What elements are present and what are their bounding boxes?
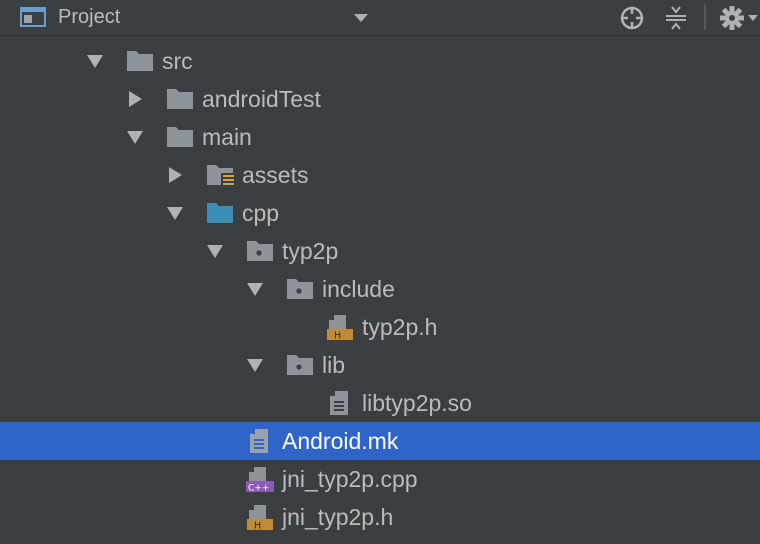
header-file-icon: H	[327, 315, 353, 341]
tree-node-android-mk[interactable]: Android.mk	[0, 422, 760, 460]
tree-node-jni-typ2p-cpp[interactable]: C++ jni_typ2p.cpp	[0, 460, 760, 498]
project-view-icon[interactable]	[20, 6, 46, 28]
tree-node-label: lib	[322, 352, 346, 378]
package-folder-icon	[287, 355, 313, 375]
expanded-arrow-icon[interactable]	[246, 356, 264, 374]
expanded-arrow-icon[interactable]	[126, 128, 144, 146]
tree-node-label: libtyp2p.so	[362, 390, 472, 416]
package-folder-icon	[287, 279, 313, 299]
tree-node-label: include	[322, 276, 395, 302]
tree-node-label: cpp	[242, 200, 280, 226]
svg-text:H: H	[334, 331, 341, 341]
tree-node-label: src	[162, 48, 193, 74]
tree-node-typ2p-h[interactable]: H typ2p.h	[0, 308, 760, 346]
toolbar-separator	[704, 4, 706, 30]
tree-node-include[interactable]: include	[0, 270, 760, 308]
collapsed-arrow-icon[interactable]	[166, 166, 184, 184]
folder-icon	[167, 127, 193, 147]
resource-folder-icon	[207, 165, 234, 188]
folder-icon	[167, 89, 193, 109]
tree-node-label: typ2p.h	[362, 314, 438, 340]
tree-node-src[interactable]: src	[0, 42, 760, 80]
tree-node-main[interactable]: main	[0, 118, 760, 156]
tree-node-assets[interactable]: assets	[0, 156, 760, 194]
svg-text:H: H	[254, 521, 261, 531]
source-folder-icon	[207, 203, 233, 223]
tree-node-label: typ2p	[282, 238, 339, 264]
tree-node-label: jni_typ2p.cpp	[282, 466, 418, 492]
project-tree: src androidTest main assets cpp typ2p in…	[0, 36, 760, 544]
tree-node-cpp[interactable]: cpp	[0, 194, 760, 232]
tree-node-libtyp2p-so[interactable]: libtyp2p.so	[0, 384, 760, 422]
tree-node-typ2p[interactable]: typ2p	[0, 232, 760, 270]
chevron-down-icon[interactable]	[354, 13, 368, 23]
header-file-icon: H	[247, 505, 273, 531]
text-file-icon	[250, 429, 268, 453]
expanded-arrow-icon[interactable]	[246, 280, 264, 298]
tree-node-label: androidTest	[202, 86, 321, 112]
tree-node-jni-typ2p-h[interactable]: H jni_typ2p.h	[0, 498, 760, 536]
cpp-file-icon: C++	[246, 467, 274, 493]
package-folder-icon	[247, 241, 273, 261]
project-toolbar: Project	[0, 0, 760, 36]
svg-text:C++: C++	[248, 484, 269, 493]
tree-node-label: Android.mk	[282, 428, 399, 454]
tree-node-androidtest[interactable]: androidTest	[0, 80, 760, 118]
tree-node-label: jni_typ2p.h	[282, 504, 394, 530]
expanded-arrow-icon[interactable]	[166, 204, 184, 222]
locate-target-icon[interactable]	[618, 4, 646, 32]
collapsed-arrow-icon[interactable]	[126, 90, 144, 108]
gear-icon[interactable]	[718, 4, 760, 32]
tree-node-label: main	[202, 124, 252, 150]
expanded-arrow-icon[interactable]	[86, 52, 104, 70]
project-title[interactable]: Project	[58, 5, 120, 29]
tree-node-label: assets	[242, 162, 309, 188]
collapse-all-icon[interactable]	[662, 4, 690, 32]
text-file-icon	[330, 391, 348, 415]
expanded-arrow-icon[interactable]	[206, 242, 224, 260]
tree-node-lib[interactable]: lib	[0, 346, 760, 384]
folder-icon	[127, 51, 153, 71]
